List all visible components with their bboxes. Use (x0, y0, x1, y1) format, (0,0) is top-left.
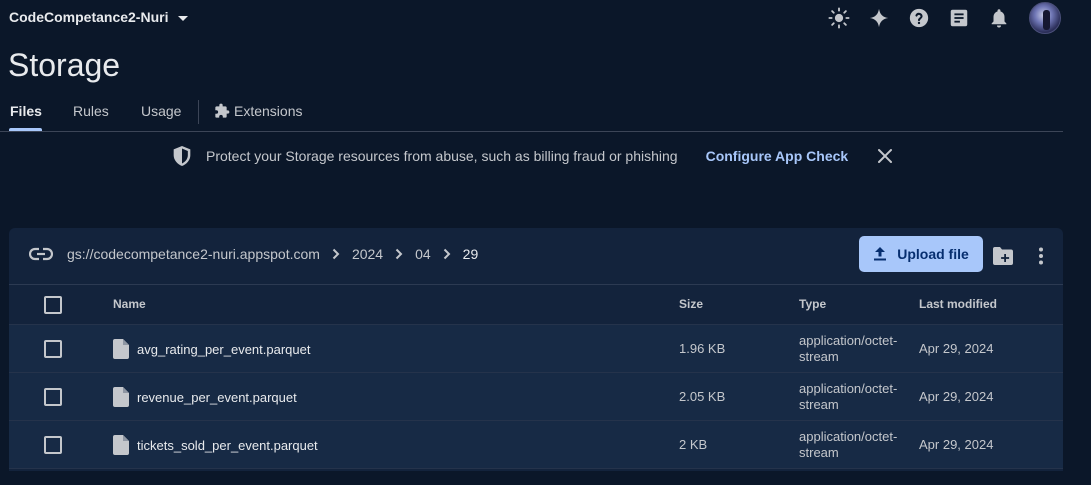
upload-icon (874, 247, 887, 261)
upload-file-button[interactable]: Upload file (859, 236, 983, 272)
file-name-link[interactable]: revenue_per_event.parquet (137, 390, 297, 405)
file-type: application/octet-stream (799, 381, 898, 412)
file-last-modified: Apr 29, 2024 (919, 437, 994, 452)
storage-browser: gs://codecompetance2-nuri.appspot.com 20… (9, 228, 1063, 471)
file-name-cell: tickets_sold_per_event.parquet (113, 435, 318, 455)
file-icon (113, 387, 129, 407)
avatar[interactable] (1029, 2, 1061, 34)
top-icons (825, 2, 1061, 34)
configure-app-check-link[interactable]: Configure App Check (706, 148, 849, 164)
help-icon[interactable] (905, 2, 933, 34)
active-tab-indicator (9, 128, 42, 131)
tab-extensions-label: Extensions (234, 103, 303, 119)
close-icon[interactable] (876, 147, 894, 165)
chevron-down-icon (178, 15, 189, 21)
gemini-spark-icon[interactable] (865, 2, 893, 34)
file-name-link[interactable]: tickets_sold_per_event.parquet (137, 438, 318, 453)
file-name-link[interactable]: avg_rating_per_event.parquet (137, 342, 310, 357)
table-row[interactable]: avg_rating_per_event.parquet 1.96 KB app… (9, 325, 1063, 373)
row-checkbox[interactable] (44, 436, 62, 454)
breadcrumb-bucket[interactable]: gs://codecompetance2-nuri.appspot.com (67, 246, 320, 262)
file-type: application/octet-stream (799, 333, 898, 364)
file-icon (113, 339, 129, 359)
breadcrumb: gs://codecompetance2-nuri.appspot.com 20… (29, 246, 478, 262)
tab-usage[interactable]: Usage (141, 103, 181, 119)
notifications-icon[interactable] (985, 2, 1013, 34)
select-all-checkbox[interactable] (44, 296, 62, 314)
project-name: CodeCompetance2-Nuri (9, 9, 169, 25)
release-notes-icon[interactable] (945, 2, 973, 34)
file-name-cell: revenue_per_event.parquet (113, 387, 297, 407)
table-row[interactable]: revenue_per_event.parquet 2.05 KB applic… (9, 373, 1063, 421)
breadcrumb-day: 29 (462, 246, 479, 262)
breadcrumb-month[interactable]: 04 (415, 246, 431, 262)
tab-bar: Files Rules Usage Extensions (0, 92, 1063, 132)
banner-text: Protect your Storage resources from abus… (206, 148, 678, 164)
puzzle-icon (215, 103, 230, 118)
tab-divider (198, 100, 199, 124)
chevron-right-icon (395, 248, 403, 260)
row-checkbox[interactable] (44, 340, 62, 358)
create-folder-icon[interactable] (992, 246, 1014, 271)
tab-rules[interactable]: Rules (73, 103, 109, 119)
table-row[interactable]: tickets_sold_per_event.parquet 2 KB appl… (9, 421, 1063, 469)
top-bar: CodeCompetance2-Nuri (0, 0, 1091, 36)
chevron-right-icon (443, 248, 451, 260)
page-title: Storage (8, 47, 121, 83)
shield-icon (173, 146, 191, 166)
storage-browser-header: gs://codecompetance2-nuri.appspot.com 20… (9, 228, 1063, 285)
theme-icon[interactable] (825, 2, 853, 34)
chevron-right-icon (332, 248, 340, 260)
link-icon[interactable] (29, 247, 53, 261)
file-last-modified: Apr 29, 2024 (919, 389, 994, 404)
file-last-modified: Apr 29, 2024 (919, 341, 994, 356)
app-check-banner: Protect your Storage resources from abus… (172, 145, 894, 167)
files-table: Name Size Type Last modified avg_rating_… (9, 285, 1063, 469)
column-header-type[interactable]: Type (799, 297, 826, 311)
tab-files[interactable]: Files (10, 103, 42, 119)
upload-file-label: Upload file (897, 246, 969, 262)
column-header-name[interactable]: Name (113, 297, 146, 311)
table-header-row: Name Size Type Last modified (9, 285, 1063, 325)
file-size: 2.05 KB (679, 389, 726, 404)
file-name-cell: avg_rating_per_event.parquet (113, 339, 310, 359)
more-vert-icon[interactable] (1038, 247, 1044, 270)
row-checkbox[interactable] (44, 388, 62, 406)
breadcrumb-year[interactable]: 2024 (352, 246, 383, 262)
tab-extensions[interactable]: Extensions (214, 103, 302, 119)
file-size: 1.96 KB (679, 341, 726, 356)
file-size: 2 KB (679, 437, 708, 452)
column-header-last-modified[interactable]: Last modified (919, 297, 997, 311)
column-header-size[interactable]: Size (679, 297, 703, 311)
file-type: application/octet-stream (799, 429, 898, 460)
file-icon (113, 435, 129, 455)
project-selector[interactable]: CodeCompetance2-Nuri (9, 9, 189, 25)
